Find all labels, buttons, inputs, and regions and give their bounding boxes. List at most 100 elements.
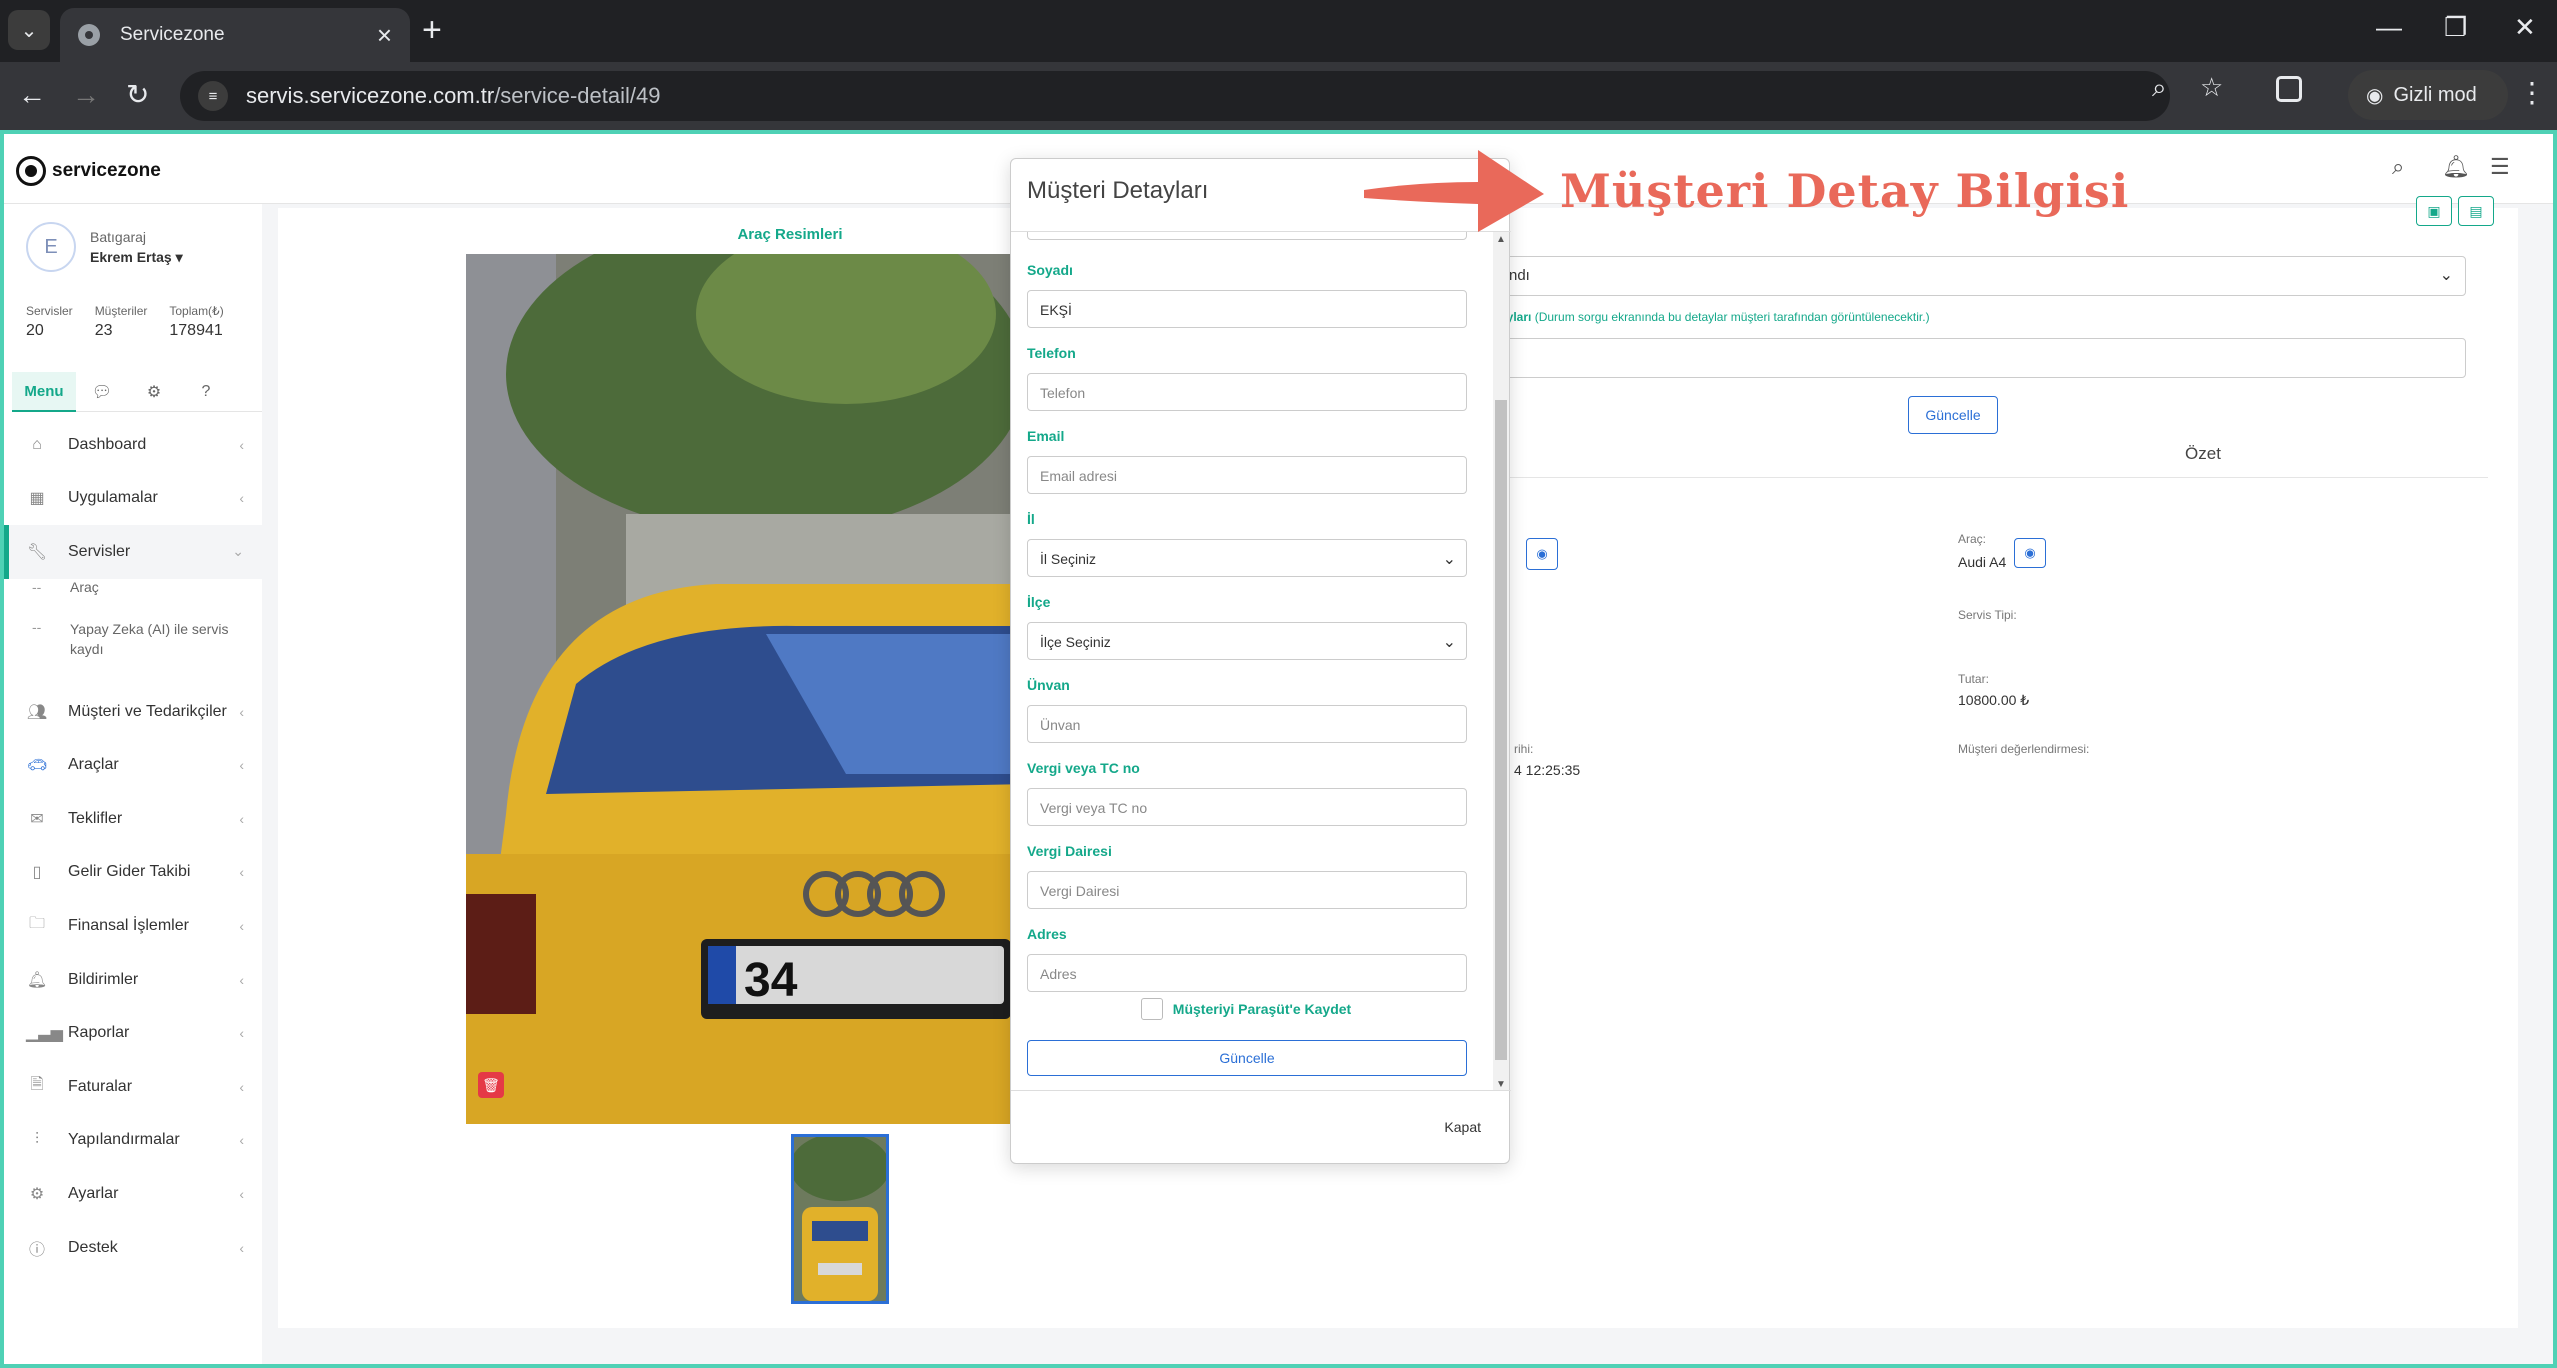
submenu-item-ai-service[interactable]: -- Yapay Zeka (AI) ile servis kaydı [4,619,262,685]
stat-customers: Müşteriler 23 [95,304,148,340]
name-field-partial[interactable] [1027,232,1467,240]
zoom-icon[interactable]: ⌕ [2152,72,2167,104]
site-info-icon[interactable]: ≡ [198,81,228,111]
browser-menu-icon[interactable]: ⋮ [2518,76,2546,109]
chat-icon[interactable]: 💬︎ [76,372,128,412]
vehicle-photos-title: Araç Resimleri [737,226,843,243]
amount-label: Tutar: [1958,672,1989,686]
list-menu-icon[interactable]: ☰ [2490,154,2510,180]
thumbnail-illustration [794,1137,886,1301]
notification-bell-icon[interactable]: 🔔︎ [2442,154,2470,180]
tax-id-group: Vergi veya TC no Vergi veya TC no [1027,760,1467,826]
details-textarea[interactable] [1498,338,2466,378]
view-customer-icon[interactable]: ◉ [1526,538,1558,570]
modal-scrollbar[interactable]: ▲ ▼ [1493,232,1509,1090]
status-select[interactable]: ndı ⌄ [1498,256,2466,296]
title-label: Ünvan [1027,677,1070,693]
export-icon[interactable]: ▣ [2416,196,2452,226]
photo-thumbnail[interactable] [791,1134,889,1304]
sidebar-item-services[interactable]: 🔧︎ Servisler ⌄ [4,525,262,579]
update-status-button[interactable]: Güncelle [1908,396,1998,434]
tab-search-button[interactable]: ⌄ [8,10,50,50]
sidebar-item-support[interactable]: ⓘ Destek ‹ [4,1221,262,1275]
sidebar-item-finance[interactable]: 🗀 Finansal İşlemler ‹ [4,899,262,953]
vehicle-photo[interactable]: 34 🗑 [466,254,1026,1124]
address-bar[interactable]: ≡ servis.servicezone.com.tr/service-deta… [180,71,2170,121]
email-label: Email [1027,428,1065,444]
url-path: /service-detail/49 [494,83,661,108]
stat-services: Servisler 20 [26,304,73,340]
surname-group: Soyadı EKŞİ [1027,262,1467,328]
extensions-icon[interactable] [2276,76,2302,102]
address-textarea[interactable]: Adres [1027,954,1467,992]
chevron-left-icon: ‹ [239,757,244,774]
title-group: Ünvan Ünvan [1027,677,1467,743]
close-window-icon[interactable]: ✕ [2514,12,2536,43]
sidebar-item-customers[interactable]: 👥︎ Müşteri ve Tedarikçiler ‹ [4,685,262,739]
service-type-label: Servis Tipi: [1958,608,2017,622]
chevron-left-icon: ‹ [239,1185,244,1202]
bookmark-star-icon[interactable]: ☆ [2200,72,2223,103]
sidebar-item-offers[interactable]: ✉ Teklifler ‹ [4,792,262,846]
submenu-item-vehicle[interactable]: -- Araç [4,579,262,619]
minimize-icon[interactable]: — [2376,12,2402,43]
reload-icon[interactable]: ↻ [126,78,149,112]
chevron-left-icon: ‹ [239,703,244,720]
browser-tabstrip: ⌄ Servicezone × + — ❐ ✕ [0,0,2557,62]
city-select[interactable]: İl Seçiniz ⌄ [1027,539,1467,577]
chevron-left-icon: ‹ [239,1078,244,1095]
sidebar-item-dashboard[interactable]: ⌂ Dashboard ‹ [4,418,262,472]
incognito-badge[interactable]: ◉ Gizli mod [2348,70,2508,120]
menu-label: Müşteri ve Tedarikçiler [68,702,227,720]
search-icon[interactable]: ⌕ [2392,154,2404,180]
user-name-dropdown[interactable]: Ekrem Ertaş ▾ [90,249,183,266]
scroll-down-icon[interactable]: ▼ [1496,1079,1506,1090]
menu-label: Gelir Gider Takibi [68,863,191,881]
tax-id-label: Vergi veya TC no [1027,760,1140,776]
chevron-left-icon: ‹ [239,1239,244,1256]
delete-photo-icon[interactable]: 🗑 [478,1072,504,1098]
sidebar-item-applications[interactable]: ▦ Uygulamalar ‹ [4,472,262,526]
browser-tab[interactable]: Servicezone × [60,8,410,62]
menu-label: Dashboard [68,435,147,453]
sidebar-item-configurations[interactable]: ⫶ Yapılandırmalar ‹ [4,1114,262,1168]
sidebar-item-vehicles[interactable]: 🚗︎ Araçlar ‹ [4,738,262,792]
car-photo-illustration: 34 [466,254,1026,1124]
vehicle-value: Audi A4 [1958,554,2007,570]
stat-value: 178941 [169,322,223,339]
tax-office-label: Vergi Dairesi [1027,843,1112,859]
modal-update-button[interactable]: Güncelle [1027,1040,1467,1076]
close-tab-icon[interactable]: × [377,20,392,51]
app-logo[interactable]: servicezone [16,156,161,186]
scrollbar-thumb[interactable] [1495,400,1507,1060]
scroll-up-icon[interactable]: ▲ [1496,234,1506,245]
sidebar-item-notifications[interactable]: 🔔︎ Bildirimler ‹ [4,953,262,1007]
sidebar-item-income-expense[interactable]: ▯ Gelir Gider Takibi ‹ [4,846,262,900]
surname-field[interactable]: EKŞİ [1027,290,1467,328]
back-icon[interactable]: ← [18,78,46,112]
tax-id-field[interactable]: Vergi veya TC no [1027,788,1467,826]
title-field[interactable]: Ünvan [1027,705,1467,743]
tax-office-field[interactable]: Vergi Dairesi [1027,871,1467,909]
restore-icon[interactable]: ❐ [2444,12,2467,43]
email-field[interactable]: Email adresi [1027,456,1467,494]
view-vehicle-icon[interactable]: ◉ [2014,538,2046,568]
sidebar-item-reports[interactable]: ▁▃▅ Raporlar ‹ [4,1006,262,1060]
details-note-label: ayları (Durum sorgu ekranında bu detayla… [1500,310,1930,324]
new-tab-button[interactable]: + [422,12,442,48]
parasut-checkbox[interactable] [1140,998,1163,1020]
phone-field[interactable]: Telefon [1027,373,1467,411]
sidebar-item-invoices[interactable]: 🗎 Faturalar ‹ [4,1060,262,1114]
settings-gear-icon[interactable]: ⚙ [128,372,180,412]
modal-close-button[interactable]: Kapat [1444,1119,1481,1135]
help-icon[interactable]: ? [180,372,232,412]
print-icon[interactable]: ▤ [2458,196,2494,226]
date-label: rihi: [1514,742,1534,756]
tab-menu[interactable]: Menu [12,372,76,412]
forward-icon[interactable]: → [72,78,100,112]
sidebar-item-settings[interactable]: ⚙ Ayarlar ‹ [4,1167,262,1221]
district-select[interactable]: İlçe Seçiniz ⌄ [1027,622,1467,660]
submenu-label: Yapay Zeka (AI) ile servis kaydı [70,620,229,657]
address-group: Adres Adres [1027,926,1467,992]
menu-label: Yapılandırmalar [68,1131,180,1149]
